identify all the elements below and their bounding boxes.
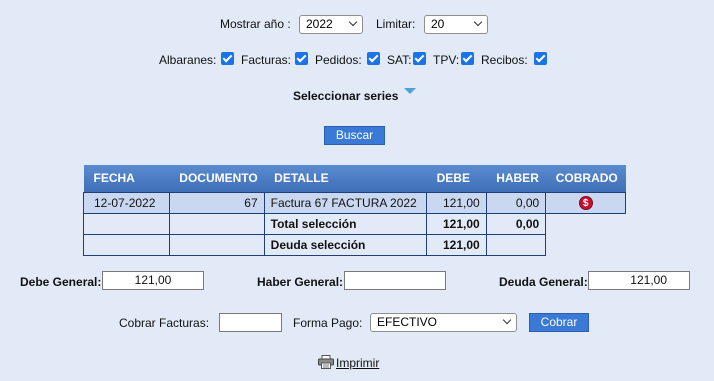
deuda-empty-2 [168,233,265,256]
checkbox-recibos[interactable] [534,52,547,65]
column-header-detalle: DETALLE [264,165,427,192]
cell-fecha: 12-07-2022 [83,191,170,214]
checkbox-albaranes[interactable] [221,52,234,65]
checkbox-pedidos[interactable] [367,52,380,65]
total-empty-1 [83,212,170,235]
limit-select[interactable]: 20 [424,15,488,34]
type-label-tpv: TPV: [433,53,460,67]
type-label-recibos: Recibos: [481,53,528,67]
deuda-empty-1 [83,233,170,256]
cell-detalle: Factura 67 FACTURA 2022 [263,191,428,214]
type-label-facturas: Facturas: [241,53,292,67]
cell-documento: 67 [168,191,265,214]
checkbox-tpv[interactable] [461,52,474,65]
debe-general-label: Debe General: [20,275,102,289]
column-header-documento: DOCUMENTO [169,165,265,192]
debe-general-field[interactable]: 121,00 [102,271,204,290]
select-series-link[interactable]: Seleccionar series [293,89,398,103]
checkbox-facturas[interactable] [295,52,308,65]
total-label: Total selección [263,212,428,235]
limit-label: Limitar: [376,17,416,31]
movements-table: FECHA DOCUMENTO DETALLE DEBE HABER COBRA… [83,165,626,256]
search-button[interactable]: Buscar [324,126,385,145]
chevron-down-icon [502,315,512,325]
deuda-label: Deuda selección [263,233,428,256]
total-row: Total selección 121,00 0,00 [83,212,626,235]
forma-pago-value: EFECTIVO [377,315,438,329]
deuda-empty-3 [485,233,547,256]
type-label-albaranes: Albaranes: [159,53,217,67]
table-row[interactable]: 12-07-2022 67 Factura 67 FACTURA 2022 12… [83,191,626,214]
chevron-down-icon [473,17,483,27]
checkbox-sat[interactable] [413,52,426,65]
cell-haber: 0,00 [485,191,547,214]
cobrar-button[interactable]: Cobrar [529,313,589,332]
column-header-fecha: FECHA [83,165,170,192]
total-empty-3 [546,213,626,234]
year-select-value: 2022 [306,17,333,31]
deuda-debe: 121,00 [426,233,487,256]
cell-cobrado: $ [545,191,626,214]
column-header-haber: HABER [486,165,546,192]
column-header-debe: DEBE [426,165,487,192]
deuda-general-field[interactable]: 121,00 [588,271,690,290]
year-label: Mostrar año : [220,17,291,31]
haber-general-label: Haber General: [257,275,344,289]
haber-general-field[interactable] [344,271,446,290]
expand-down-icon[interactable] [404,88,416,94]
print-link[interactable]: Imprimir [336,356,379,370]
total-debe: 121,00 [426,212,487,235]
cell-debe: 121,00 [426,191,487,214]
deuda-row: Deuda selección 121,00 [83,233,626,256]
cobrar-facturas-field[interactable] [219,313,282,332]
column-header-cobrado: COBRADO [545,165,626,192]
deuda-empty-4 [546,234,626,255]
total-empty-2 [168,212,265,235]
chevron-down-icon [348,17,358,27]
printer-icon[interactable] [318,355,334,369]
cobrar-facturas-label: Cobrar Facturas: [119,316,210,330]
paid-dollar-icon[interactable]: $ [578,196,593,210]
forma-pago-label: Forma Pago: [293,316,363,330]
type-label-pedidos: Pedidos: [315,53,362,67]
type-label-sat: SAT: [387,53,412,67]
total-haber: 0,00 [485,212,547,235]
forma-pago-select[interactable]: EFECTIVO [370,313,517,332]
limit-select-value: 20 [431,17,445,31]
deuda-general-label: Deuda General: [499,275,588,289]
year-select[interactable]: 2022 [299,15,363,34]
